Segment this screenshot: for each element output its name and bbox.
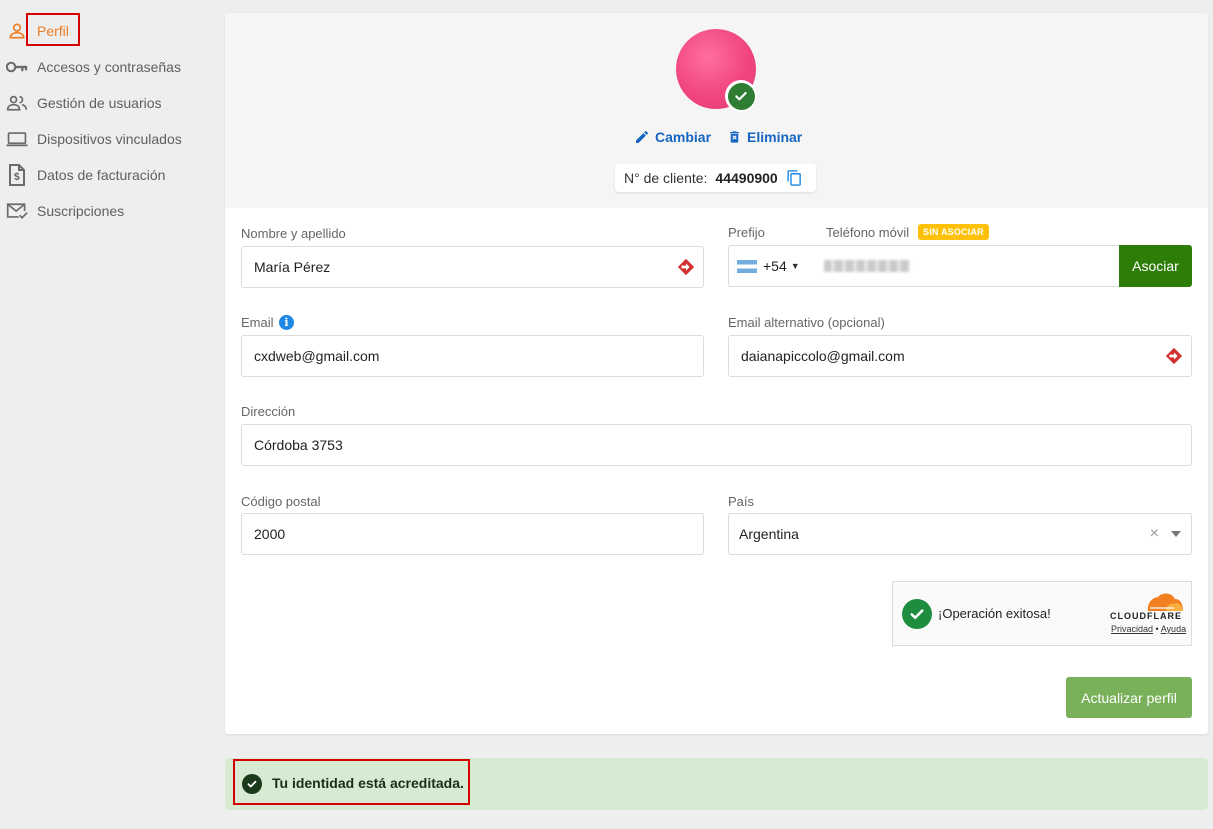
profile-card: Cambiar Eliminar N° de cliente: 44490900… — [225, 13, 1208, 734]
autofill-icon — [1163, 347, 1185, 365]
captcha-widget: ¡Operación exitosa! CLOUDFLARE Privacida… — [892, 581, 1192, 646]
email-label: Email — [241, 315, 274, 330]
associate-button[interactable]: Asociar — [1119, 245, 1192, 287]
success-check-icon — [902, 599, 932, 629]
info-icon[interactable]: i — [279, 315, 294, 330]
sidebar-item-facturacion[interactable]: Datos de facturación — [6, 161, 165, 189]
client-number-label: N° de cliente: — [624, 170, 708, 186]
prefix-label: Prefijo — [728, 225, 765, 240]
address-field[interactable]: Córdoba 3753 — [241, 424, 1192, 466]
sidebar-item-label: Suscripciones — [37, 203, 125, 219]
sidebar-item-usuarios[interactable]: Gestión de usuarios — [6, 89, 162, 117]
privacy-link[interactable]: Privacidad — [1111, 624, 1153, 634]
delete-photo-button[interactable]: Eliminar — [727, 127, 802, 147]
name-field[interactable]: María Pérez — [241, 246, 704, 288]
sidebar-item-label: Perfil — [37, 23, 69, 39]
phone-label: Teléfono móvil — [826, 225, 910, 240]
address-value: Córdoba 3753 — [254, 437, 343, 453]
sidebar-item-suscripciones[interactable]: Suscripciones — [6, 197, 124, 225]
identity-alert: Tu identidad está acreditada. — [225, 758, 1208, 810]
chevron-down-icon[interactable] — [1171, 531, 1181, 537]
country-select[interactable]: Argentina × — [728, 513, 1192, 555]
country-value: Argentina — [739, 526, 799, 542]
help-link[interactable]: Ayuda — [1161, 624, 1186, 634]
alt-email-field[interactable]: daianapiccolo@gmail.com — [728, 335, 1192, 377]
sidebar-item-perfil[interactable]: Perfil — [6, 17, 69, 45]
name-label: Nombre y apellido — [241, 226, 346, 241]
delete-photo-label: Eliminar — [747, 129, 803, 145]
sidebar-item-label: Accesos y contraseñas — [37, 59, 181, 75]
alert-text: Tu identidad está acreditada. — [272, 775, 464, 791]
name-value: María Pérez — [254, 259, 331, 275]
sidebar-item-dispositivos[interactable]: Dispositivos vinculados — [6, 125, 182, 153]
invoice-icon — [6, 164, 28, 186]
sidebar-item-label: Gestión de usuarios — [37, 95, 162, 111]
users-icon — [6, 92, 28, 114]
sidebar-item-label: Dispositivos vinculados — [37, 131, 182, 147]
person-icon — [6, 20, 28, 42]
cloudflare-logo-text: CLOUDFLARE — [1110, 611, 1182, 621]
postal-field[interactable]: 2000 — [241, 513, 704, 555]
country-label: País — [728, 494, 755, 509]
autofill-icon — [675, 258, 697, 276]
trash-icon — [730, 131, 739, 143]
alt-email-value: daianapiccolo@gmail.com — [741, 348, 905, 364]
email-value: cxdweb@gmail.com — [254, 348, 380, 364]
laptop-icon — [6, 128, 28, 150]
sidebar-item-accesos[interactable]: Accesos y contraseñas — [6, 53, 181, 81]
key-icon — [6, 56, 28, 78]
captcha-links: Privacidad • Ayuda — [1111, 624, 1186, 634]
argentina-flag-icon — [737, 259, 757, 273]
change-photo-button[interactable]: Cambiar — [634, 127, 711, 147]
client-number-box: N° de cliente: 44490900 — [615, 164, 816, 192]
check-circle-icon — [242, 774, 262, 794]
pencil-icon — [636, 131, 648, 143]
prefix-value: +54 — [763, 258, 787, 274]
link-separator: • — [1155, 624, 1159, 634]
change-photo-label: Cambiar — [655, 129, 712, 145]
update-profile-button[interactable]: Actualizar perfil — [1066, 677, 1192, 718]
alt-email-label: Email alternativo (opcional) — [728, 315, 885, 330]
mail-check-icon — [6, 200, 28, 222]
sidebar-item-label: Datos de facturación — [37, 167, 166, 183]
status-badge: SIN ASOCIAR — [918, 224, 989, 240]
phone-field[interactable]: +54 ▼ — [728, 245, 1119, 287]
address-label: Dirección — [241, 404, 296, 419]
client-number-value: 44490900 — [715, 170, 778, 186]
clear-icon[interactable]: × — [1150, 525, 1159, 543]
captcha-message: ¡Operación exitosa! — [938, 606, 1051, 621]
phone-value-blurred — [823, 260, 910, 272]
caret-down-icon[interactable]: ▼ — [791, 261, 800, 271]
postal-value: 2000 — [254, 526, 286, 542]
country-controls: × — [1150, 525, 1181, 543]
postal-label: Código postal — [241, 494, 321, 509]
verified-check-icon — [725, 80, 757, 112]
copy-icon[interactable] — [786, 169, 803, 187]
profile-header: Cambiar Eliminar N° de cliente: 44490900 — [225, 13, 1208, 208]
email-field[interactable]: cxdweb@gmail.com — [241, 335, 704, 377]
